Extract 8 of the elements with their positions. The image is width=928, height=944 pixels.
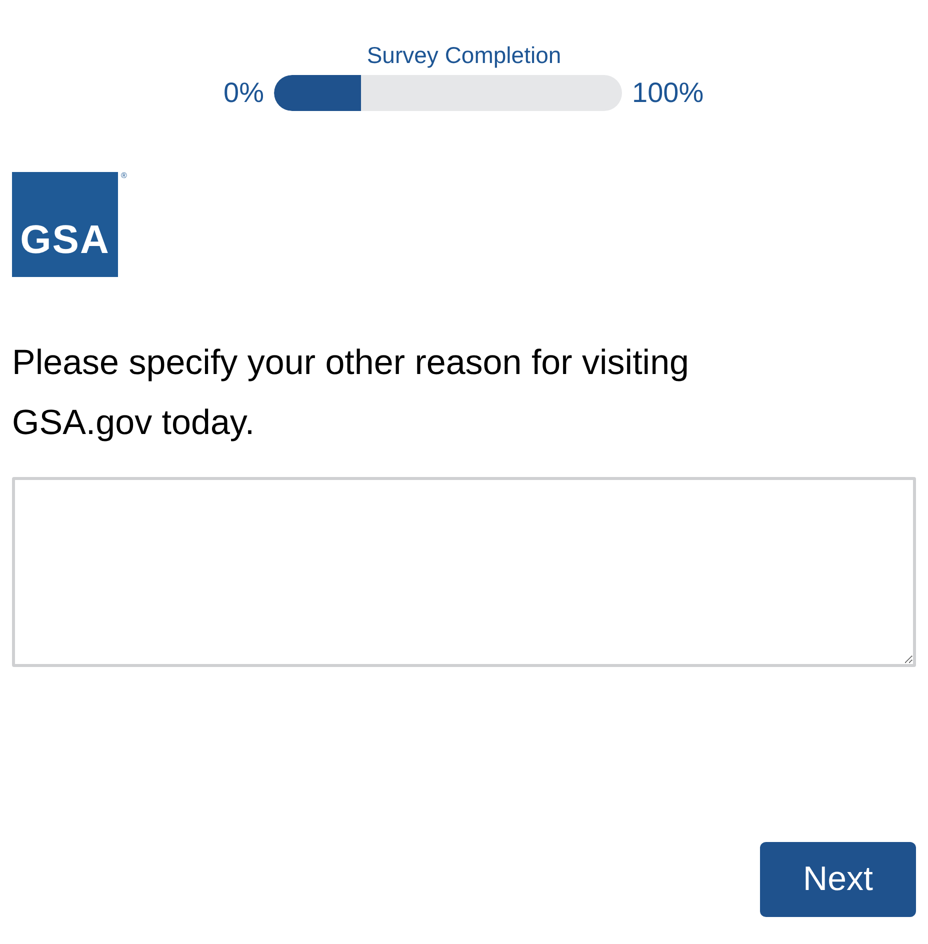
- logo: GSA: [12, 172, 118, 277]
- question-text: Please specify your other reason for visiting GSA.gov today.: [12, 342, 690, 444]
- answer-field[interactable]: [12, 477, 916, 667]
- progress-max-label: 100%: [632, 76, 705, 110]
- progress-title: Survey Completion: [366, 41, 562, 70]
- next-button[interactable]: Next: [760, 842, 916, 917]
- registered-mark: ®: [121, 172, 127, 180]
- progress-min-label: 0%: [222, 76, 264, 110]
